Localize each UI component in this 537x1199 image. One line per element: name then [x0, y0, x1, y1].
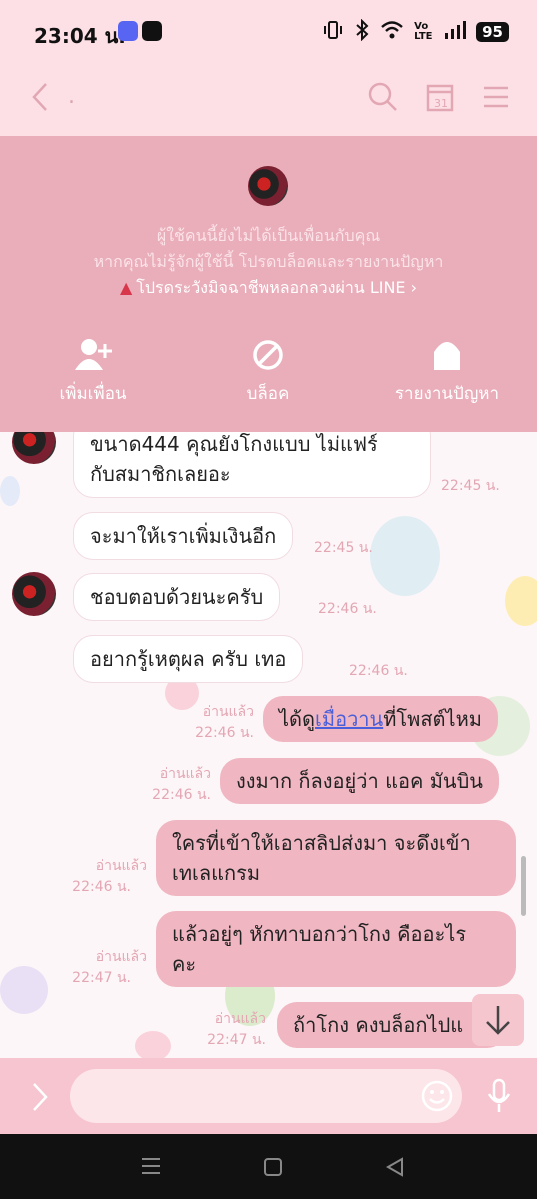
- incoming-message[interactable]: จะมาให้เราเพิ่มเงินอีก: [73, 512, 294, 560]
- back-icon[interactable]: [26, 80, 56, 114]
- message-text: งงมาก ก็ลงอยู่ว่า แอค มันบิน: [236, 769, 483, 793]
- block-button[interactable]: บล็อค: [188, 338, 348, 407]
- message-text: ได้ดู: [279, 707, 316, 731]
- message-text: กับสมาชิกเลยอะ: [90, 462, 231, 486]
- message-text: เทเลแกรม: [172, 861, 261, 885]
- report-label: รายงานปัญหา: [394, 384, 500, 404]
- calendar-icon[interactable]: 31: [424, 80, 458, 114]
- volte-label: Vo LTE: [414, 21, 433, 42]
- not-friend-notice: ผู้ใช้คนนี้ยังไม่ได้เป็นเพื่อนกับคุณ: [156, 226, 381, 245]
- add-friend-button[interactable]: เพิ่มเพื่อน: [13, 338, 173, 407]
- outgoing-message[interactable]: งงมาก ก็ลงอยู่ว่า แอค มันบิน: [220, 758, 499, 804]
- system-navigation-bar: [0, 1134, 537, 1199]
- message-input-bar: [0, 1058, 537, 1134]
- scroll-to-bottom-button[interactable]: [472, 994, 524, 1046]
- menu-icon[interactable]: [480, 80, 514, 114]
- block-label: บล็อค: [246, 384, 290, 404]
- svg-text:31: 31: [434, 97, 448, 110]
- message-text: แล้วอยู่ๆ หักทาบอกว่าโกง คืออะไร: [172, 922, 467, 946]
- microphone-icon[interactable]: [484, 1078, 514, 1118]
- outgoing-message[interactable]: ได้ดูเมื่อวานที่โพสต์ไหม: [263, 696, 498, 742]
- message-time: 22:47 น.: [72, 970, 131, 986]
- read-receipt: อ่านแล้ว: [95, 949, 147, 965]
- message-time: 22:45 น.: [314, 540, 373, 556]
- add-friend-icon: [75, 339, 112, 370]
- sender-avatar[interactable]: [12, 572, 56, 616]
- background-decoration: [370, 516, 440, 596]
- outgoing-message[interactable]: ใครที่เข้าให้เอาสลิปส่งมา จะดึงเข้า เทเล…: [156, 820, 516, 896]
- scam-warning-text: โปรดระวังมิจฉาชีพหลอกลวงผ่าน LINE: [136, 278, 406, 297]
- vibrate-icon: [322, 19, 344, 45]
- message-text: ที่โพสต์ไหม: [383, 707, 482, 731]
- message-time: 22:46 น.: [349, 663, 408, 679]
- bluetooth-icon: [354, 18, 370, 45]
- background-decoration: [0, 476, 20, 506]
- background-decoration: [505, 576, 537, 626]
- message-time: 22:46 น.: [195, 725, 254, 741]
- message-time: 22:46 น.: [72, 879, 131, 895]
- chat-header: . 31: [0, 62, 537, 136]
- scam-warning-link[interactable]: ▲ โปรดระวังมิจฉาชีพหลอกลวงผ่าน LINE ›: [0, 276, 537, 301]
- contact-avatar[interactable]: [248, 166, 288, 206]
- report-icon: [434, 342, 460, 370]
- scrollbar[interactable]: [521, 856, 526, 916]
- block-icon: [253, 340, 283, 370]
- discord-icon: [118, 21, 138, 41]
- chat-area[interactable]: ผู้ใช้คนนี้ยังไม่ได้เป็นเพื่อนกับคุณ หาก…: [0, 136, 537, 1058]
- message-time: 22:46 น.: [152, 787, 211, 803]
- expand-chevron-icon[interactable]: [26, 1080, 52, 1118]
- message-time: 22:46 น.: [318, 601, 377, 617]
- recent-apps-icon[interactable]: [140, 1156, 162, 1180]
- message-time: 22:47 น.: [207, 1032, 266, 1048]
- outgoing-message[interactable]: แล้วอยู่ๆ หักทาบอกว่าโกง คืออะไร คะ: [156, 911, 516, 987]
- report-button[interactable]: รายงานปัญหา: [367, 338, 527, 407]
- block-report-notice: หากคุณไม่รู้จักผู้ใช้นี้ โปรดบล็อคและราย…: [93, 252, 444, 271]
- chevron-right-icon: ›: [405, 278, 418, 297]
- battery-indicator: 95: [476, 22, 509, 42]
- wifi-icon: [380, 20, 404, 44]
- message-text: ชอบตอบด้วยนะครับ: [90, 585, 264, 609]
- incoming-message[interactable]: อยากรู้เหตุผล ครับ เทอ: [73, 635, 304, 683]
- read-receipt: อ่านแล้ว: [159, 766, 211, 782]
- signal-icon: [444, 20, 467, 44]
- chat-title: .: [68, 84, 75, 109]
- read-receipt: อ่านแล้ว: [202, 704, 254, 720]
- read-receipt: อ่านแล้ว: [95, 858, 147, 874]
- status-bar: 23:04 น. Vo LTE 95: [0, 0, 537, 62]
- warning-icon: ▲: [119, 278, 133, 297]
- search-icon[interactable]: [366, 80, 400, 114]
- emoji-icon[interactable]: [420, 1079, 454, 1117]
- tiktok-icon: [142, 21, 162, 41]
- incoming-message[interactable]: ชอบตอบด้วยนะครับ: [73, 573, 281, 621]
- status-time: 23:04 น.: [34, 24, 126, 48]
- message-link[interactable]: เมื่อวาน: [315, 707, 383, 731]
- message-time: 22:45 น.: [441, 478, 500, 494]
- message-text: จะมาให้เราเพิ่มเงินอีก: [90, 524, 277, 548]
- message-text: อยากรู้เหตุผล ครับ เทอ: [90, 647, 287, 671]
- background-decoration: [0, 966, 48, 1014]
- back-nav-icon[interactable]: [384, 1156, 406, 1182]
- message-input[interactable]: [70, 1069, 462, 1123]
- read-receipt: อ่านแล้ว: [214, 1011, 266, 1027]
- arrow-down-icon: [486, 1006, 510, 1035]
- message-text: คะ: [172, 952, 197, 976]
- home-icon[interactable]: [262, 1156, 284, 1182]
- message-text: ขนาด444 คุณยังโกงแบบ ไม่แฟร์: [90, 432, 378, 456]
- stranger-warning-panel: ผู้ใช้คนนี้ยังไม่ได้เป็นเพื่อนกับคุณ หาก…: [0, 136, 537, 432]
- add-friend-label: เพิ่มเพื่อน: [59, 384, 127, 404]
- message-text: ถ้าโกง คงบล็อกไปแ: [293, 1013, 464, 1037]
- message-text: ใครที่เข้าให้เอาสลิปส่งมา จะดึงเข้า: [172, 831, 471, 855]
- background-decoration: [135, 1031, 171, 1058]
